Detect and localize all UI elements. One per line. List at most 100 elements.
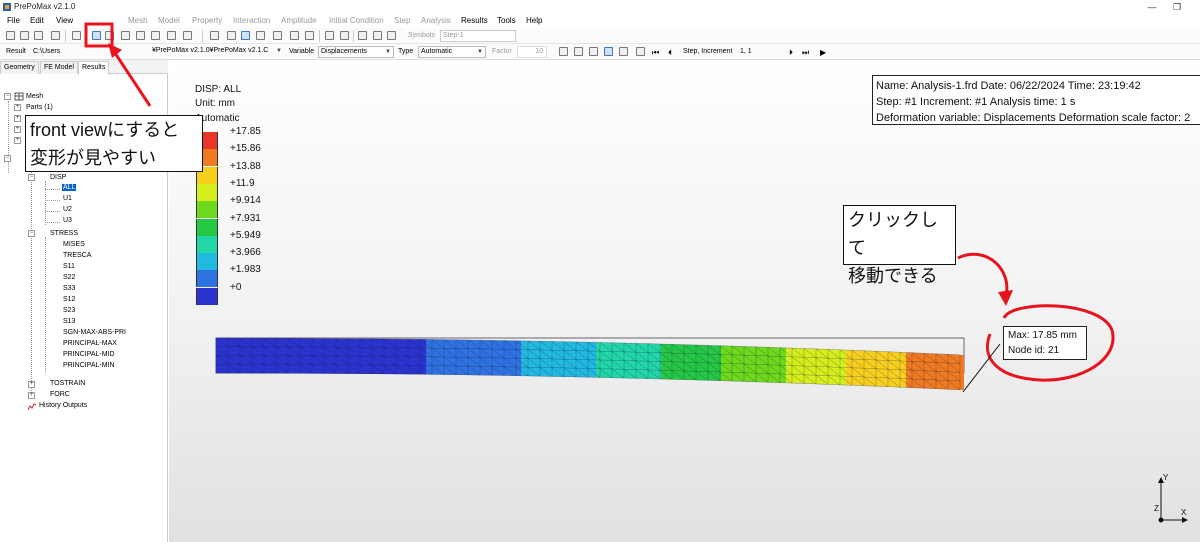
deformed-undeformed-icon[interactable] xyxy=(589,47,598,56)
import-icon[interactable] xyxy=(34,31,43,40)
collapse-icon[interactable]: − xyxy=(28,230,35,237)
menu-help[interactable]: Help xyxy=(526,16,542,25)
type-select[interactable]: Automatic ▼ xyxy=(418,46,486,58)
undeformed-icon[interactable] xyxy=(559,47,568,56)
tree-node-stress-item[interactable]: PRINCIPAL-MAX xyxy=(63,340,117,347)
color-contours-off-icon[interactable] xyxy=(619,47,628,56)
save-icon[interactable] xyxy=(51,31,60,40)
wireframe-icon[interactable] xyxy=(227,31,236,40)
top-view-icon[interactable] xyxy=(121,31,130,40)
expand-icon[interactable]: + xyxy=(14,126,21,133)
tab-results[interactable]: Results xyxy=(78,61,110,75)
tree-node-mesh[interactable]: Mesh xyxy=(26,93,43,100)
tree-node-stress-item[interactable]: S12 xyxy=(63,296,75,303)
graphics-viewport[interactable]: DISP: ALL Unit: mm Automatic +17.85 +15.8… xyxy=(169,60,1200,542)
legend-swatch xyxy=(196,218,218,236)
section-view-icon[interactable] xyxy=(273,31,282,40)
tree-node-stress-item[interactable]: S11 xyxy=(63,263,75,270)
expand-icon[interactable]: + xyxy=(14,137,21,144)
tree-node-tostrain[interactable]: TOSTRAIN xyxy=(50,380,85,387)
tree-node-stress-item[interactable]: S33 xyxy=(63,285,75,292)
tree-node-stress[interactable]: STRESS xyxy=(50,230,78,237)
tree-node-disp[interactable]: DISP xyxy=(50,174,66,181)
tree-node-stress-item[interactable]: MISES xyxy=(63,241,85,248)
hide-icon[interactable] xyxy=(373,31,382,40)
expand-icon[interactable]: + xyxy=(14,115,21,122)
menu-amplitude[interactable]: Amplitude xyxy=(281,16,317,25)
tree-node-forc[interactable]: FORC xyxy=(50,391,70,398)
menu-step[interactable]: Step xyxy=(394,16,410,25)
expand-icon[interactable]: + xyxy=(28,381,35,388)
expand-icon[interactable]: + xyxy=(14,104,21,111)
menu-analysis[interactable]: Analysis xyxy=(421,16,451,25)
expand-icon[interactable]: + xyxy=(28,392,35,399)
play-icon[interactable]: ▶ xyxy=(820,48,826,57)
legend-swatch xyxy=(196,253,218,271)
left-view-icon[interactable] xyxy=(151,31,160,40)
tree-node-stress-item[interactable]: SGN-MAX-ABS-PRI xyxy=(63,329,126,336)
isometric-view-icon[interactable] xyxy=(210,31,219,40)
right-view-icon[interactable] xyxy=(167,31,176,40)
tab-fe-model[interactable]: FE Model xyxy=(40,61,78,74)
tree-node-stress-item[interactable]: S22 xyxy=(63,274,75,281)
next-increment-icon[interactable]: ⏵ xyxy=(789,48,793,58)
collapse-icon[interactable]: − xyxy=(4,155,11,162)
back-view-icon[interactable] xyxy=(105,31,114,40)
new-icon[interactable] xyxy=(6,31,15,40)
menu-model[interactable]: Model xyxy=(158,16,180,25)
tree-node-stress-item[interactable]: PRINCIPAL-MID xyxy=(63,351,115,358)
deformed-icon[interactable] xyxy=(574,47,583,56)
shaded-edges-icon[interactable] xyxy=(241,31,250,40)
zoom-fit-icon[interactable] xyxy=(72,31,81,40)
tree-node-stress-item[interactable]: PRINCIPAL-MIN xyxy=(63,362,115,369)
previous-increment-icon[interactable]: ⏴ xyxy=(668,48,672,58)
tree-node-u1[interactable]: U1 xyxy=(63,195,72,202)
tab-geometry[interactable]: Geometry xyxy=(0,61,39,74)
tree-node-u2[interactable]: U2 xyxy=(63,206,72,213)
increment-value[interactable]: 1, 1 xyxy=(740,48,752,55)
normal-view-icon[interactable] xyxy=(183,31,192,40)
animate-icon[interactable] xyxy=(636,47,645,56)
tree-node-u3[interactable]: U3 xyxy=(63,217,72,224)
menu-tools[interactable]: Tools xyxy=(497,16,516,25)
restore-icon[interactable]: ❐ xyxy=(1170,1,1184,13)
menu-mesh[interactable]: Mesh xyxy=(128,16,148,25)
max-value-label[interactable]: Max: 17.85 mm Node id: 21 xyxy=(1003,326,1087,360)
tree-node-all[interactable]: ALL xyxy=(62,184,77,191)
tree-node-stress-item[interactable]: TRESCA xyxy=(63,252,91,259)
open-icon[interactable] xyxy=(20,31,29,40)
pick-icon[interactable] xyxy=(340,31,349,40)
color-contours-icon[interactable] xyxy=(604,47,613,56)
click-move-note-line2: 移動できる xyxy=(848,266,938,286)
menu-results[interactable]: Results xyxy=(461,16,488,25)
menu-initial-condition[interactable]: Initial Condition xyxy=(329,16,384,25)
clip-icon[interactable] xyxy=(305,31,314,40)
tree-node-stress-item[interactable]: S23 xyxy=(63,307,75,314)
variable-select[interactable]: Displacements ▼ xyxy=(318,46,394,58)
menu-interaction[interactable]: Interaction xyxy=(233,16,270,25)
result-file-select[interactable]: ¥PrePoMax v2.1.0¥PrePoMax v2.1.C ▼ xyxy=(150,46,284,58)
menu-view[interactable]: View xyxy=(56,16,73,25)
tree-node-history-outputs[interactable]: History Outputs xyxy=(39,402,87,409)
last-increment-icon[interactable]: ⏭ xyxy=(802,48,809,58)
show-icon[interactable] xyxy=(358,31,367,40)
collapse-icon[interactable]: − xyxy=(4,93,11,100)
explode-view-icon[interactable] xyxy=(290,31,299,40)
show-only-icon[interactable] xyxy=(387,31,396,40)
menu-file[interactable]: File xyxy=(7,16,20,25)
step-select[interactable]: Step-1 xyxy=(440,30,516,42)
bottom-view-icon[interactable] xyxy=(136,31,145,40)
deformed-beam-model[interactable] xyxy=(215,335,965,400)
tree-node-parts[interactable]: Parts (1) xyxy=(26,104,53,111)
minimize-icon[interactable]: — xyxy=(1145,1,1159,13)
collapse-icon[interactable]: − xyxy=(28,174,35,181)
menu-property[interactable]: Property xyxy=(192,16,222,25)
front-view-icon[interactable] xyxy=(92,31,101,40)
tree-node-stress-item[interactable]: S13 xyxy=(63,318,75,325)
factor-input[interactable]: 10 xyxy=(517,46,547,58)
query-icon[interactable] xyxy=(325,31,334,40)
first-increment-icon[interactable]: ⏮ xyxy=(652,48,659,58)
menu-edit[interactable]: Edit xyxy=(30,16,44,25)
analysis-info-box[interactable]: Name: Analysis-1.frd Date: 06/22/2024 Ti… xyxy=(872,75,1200,125)
shaded-icon[interactable] xyxy=(256,31,265,40)
